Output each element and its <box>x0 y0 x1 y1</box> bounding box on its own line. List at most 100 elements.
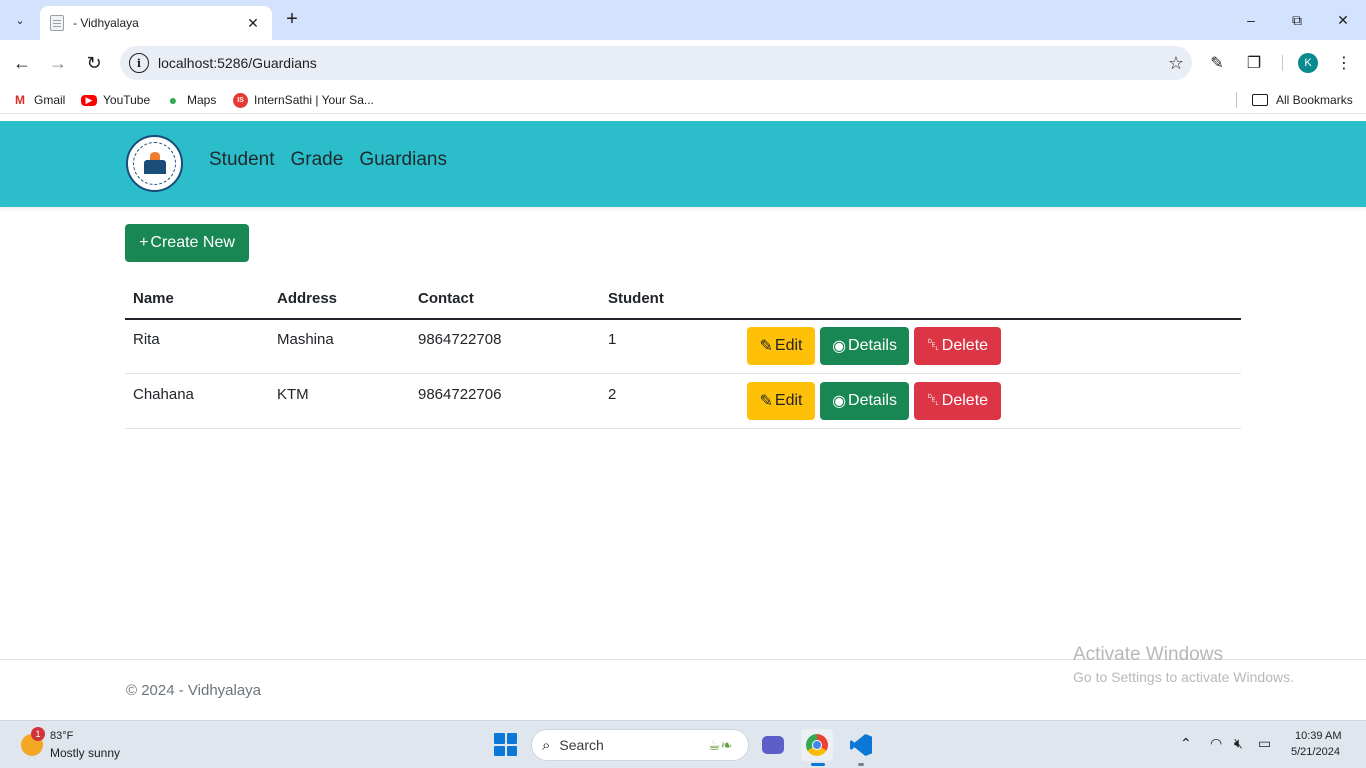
meet-app-icon[interactable] <box>757 729 789 761</box>
bookmark-star-icon[interactable]: ☆ <box>1160 53 1192 74</box>
cell-address: KTM <box>277 386 309 403</box>
row-divider <box>125 428 1241 429</box>
nav-grade[interactable]: Grade <box>291 149 344 171</box>
tab-search-chevron-icon[interactable]: ⌄ <box>8 8 32 32</box>
browser-toolbar: ← → ↻ i localhost:5286/Guardians ☆ ✎ ❐ K… <box>0 40 1366 86</box>
cell-contact: 9864722706 <box>418 386 502 403</box>
details-label: Details <box>848 337 897 354</box>
weather-description[interactable]: Mostly sunny <box>50 746 120 760</box>
edit-button[interactable]: ✎ Edit <box>747 327 815 365</box>
address-bar[interactable]: i localhost:5286/Guardians ☆ <box>120 46 1192 80</box>
chrome-app-icon[interactable] <box>801 729 833 761</box>
bookmark-label: YouTube <box>103 93 151 107</box>
delete-button[interactable]: ␡ Delete <box>914 382 1001 420</box>
details-button[interactable]: ◉ Details <box>820 382 909 420</box>
browser-tab-strip: ⌄ - Vidhyalaya ✕ + – ⧉ ✕ <box>0 0 1366 40</box>
profile-avatar[interactable]: K <box>1298 53 1318 73</box>
trash-icon: ␡ <box>926 392 940 409</box>
gmail-icon: M <box>12 93 28 107</box>
pencil-icon: ✎ <box>759 338 773 355</box>
wifi-icon[interactable]: ◠ <box>1210 735 1222 752</box>
chrome-active-indicator <box>811 763 825 766</box>
maps-pin-icon: ● <box>168 92 178 108</box>
site-navbar: Student Grade Guardians <box>0 121 1366 207</box>
activate-windows-subtitle: Go to Settings to activate Windows. <box>1073 669 1294 685</box>
url-text[interactable]: localhost:5286/Guardians <box>158 55 1160 71</box>
minimize-icon[interactable]: – <box>1228 0 1274 40</box>
folder-icon <box>1252 94 1268 106</box>
extensions-puzzle-icon[interactable]: ❐ <box>1242 51 1266 75</box>
weather-notification-badge: 1 <box>31 727 45 741</box>
nav-guardians[interactable]: Guardians <box>359 149 447 171</box>
windows-taskbar: 1 83°F Mostly sunny ⌕ Search ☕❧ ⌃ ◠ 🔇︎ ▭… <box>0 720 1366 768</box>
logo-emblem <box>133 142 176 185</box>
page-favicon-icon <box>50 15 64 31</box>
speaker-muted-icon[interactable]: 🔇︎ <box>1234 735 1243 752</box>
bookmark-youtube[interactable]: ▶ YouTube <box>81 92 150 108</box>
cell-name: Chahana <box>133 386 194 403</box>
delete-label: Delete <box>941 337 989 354</box>
back-arrow-icon[interactable]: ← <box>10 51 34 75</box>
details-label: Details <box>848 392 897 409</box>
window-controls: – ⧉ ✕ <box>1228 0 1366 40</box>
bookmark-internsathi[interactable]: IS InternSathi | Your Sa... <box>233 92 374 108</box>
reload-icon[interactable]: ↻ <box>82 51 106 75</box>
bookmark-maps[interactable]: ● Maps <box>165 92 217 108</box>
header-name: Name <box>133 290 174 307</box>
nav-student[interactable]: Student <box>209 149 275 171</box>
create-new-label: Create New <box>150 234 235 251</box>
header-address: Address <box>277 290 338 307</box>
browser-tab[interactable]: - Vidhyalaya ✕ <box>40 6 272 40</box>
delete-button[interactable]: ␡ Delete <box>914 327 1001 365</box>
vidhyalaya-logo[interactable] <box>126 135 183 192</box>
youtube-icon: ▶ <box>81 94 97 106</box>
table-header-divider <box>125 318 1241 320</box>
tab-close-icon[interactable]: ✕ <box>244 15 262 32</box>
book-icon <box>143 151 166 174</box>
bookmarks-bar: M Gmail ▶ YouTube ● Maps IS InternSathi … <box>0 86 1366 114</box>
cell-contact: 9864722708 <box>418 331 502 348</box>
tray-chevron-up-icon[interactable]: ⌃ <box>1180 735 1192 752</box>
header-student: Student <box>608 290 664 307</box>
search-placeholder: Search <box>559 737 604 753</box>
all-bookmarks-label: All Bookmarks <box>1276 93 1353 107</box>
activate-windows-title: Activate Windows <box>1073 644 1223 665</box>
new-tab-plus-icon[interactable]: + <box>282 8 302 32</box>
internsathi-icon: IS <box>233 92 248 108</box>
pencil-icon: ✎ <box>759 393 773 410</box>
windows-start-icon[interactable] <box>494 733 517 756</box>
restore-icon[interactable]: ⧉ <box>1274 0 1320 40</box>
close-window-icon[interactable]: ✕ <box>1320 0 1366 40</box>
cell-student: 1 <box>608 331 617 348</box>
site-info-icon[interactable]: i <box>129 53 149 73</box>
bookmark-label: Maps <box>187 93 217 107</box>
clock-time[interactable]: 10:39 AM <box>1295 730 1341 742</box>
details-button[interactable]: ◉ Details <box>820 327 909 365</box>
cell-name: Rita <box>133 331 160 348</box>
trash-icon: ␡ <box>926 337 940 354</box>
menu-kebab-icon[interactable]: ⋮ <box>1332 51 1356 75</box>
battery-icon[interactable]: ▭ <box>1258 735 1271 752</box>
search-highlight-icon: ☕❧ <box>708 736 733 753</box>
create-new-button[interactable]: + Create New <box>125 224 249 262</box>
footer-copyright: © 2024 - Vidhyalaya <box>126 682 262 699</box>
row-divider <box>125 373 1241 374</box>
bookmarks-divider <box>1236 92 1237 108</box>
forward-arrow-icon[interactable]: → <box>46 51 70 75</box>
nav-links: Student Grade Guardians <box>209 149 463 171</box>
vscode-app-icon[interactable] <box>845 729 877 761</box>
bookmark-gmail[interactable]: M Gmail <box>12 92 65 108</box>
pen-icon[interactable]: ✎ <box>1205 51 1229 75</box>
edit-button[interactable]: ✎ Edit <box>747 382 815 420</box>
weather-temperature[interactable]: 83°F <box>50 730 73 742</box>
cell-student: 2 <box>608 386 617 403</box>
header-contact: Contact <box>418 290 474 307</box>
eye-icon: ◉ <box>832 338 847 355</box>
taskbar-search[interactable]: ⌕ Search ☕❧ <box>531 729 749 761</box>
clock-date[interactable]: 5/21/2024 <box>1291 746 1340 758</box>
delete-label: Delete <box>941 392 989 409</box>
cell-address: Mashina <box>277 331 334 348</box>
bookmark-label: InternSathi | Your Sa... <box>254 93 374 107</box>
all-bookmarks[interactable]: All Bookmarks <box>1252 92 1353 108</box>
plus-icon: + <box>139 234 149 251</box>
